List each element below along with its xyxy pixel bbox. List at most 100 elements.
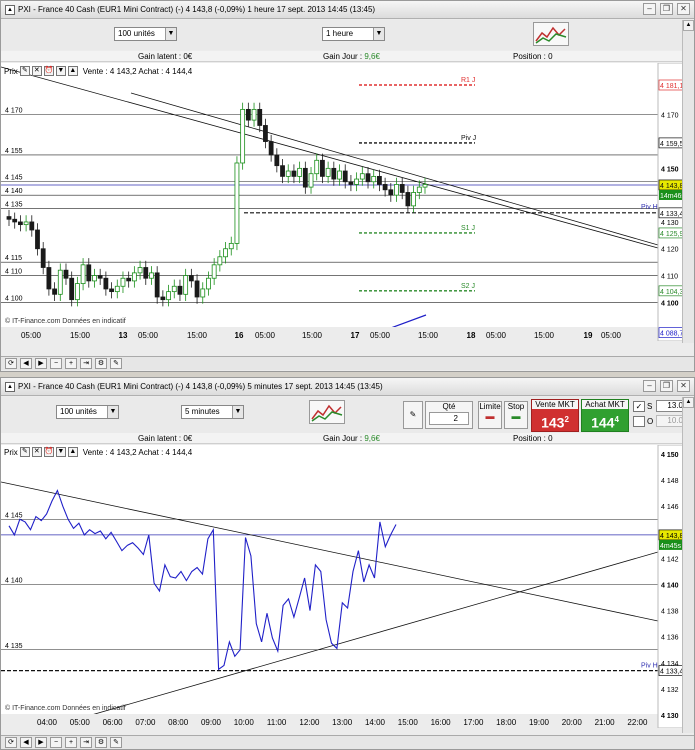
candle-body	[97, 275, 103, 279]
candle-body	[6, 216, 12, 220]
candle-body	[280, 165, 285, 177]
close-icon[interactable]: ✕	[31, 66, 42, 76]
wrench-icon: ✎	[409, 410, 417, 419]
close-icon[interactable]: ✕	[677, 380, 690, 392]
quantity-stepper[interactable]: Qté 2	[425, 401, 473, 429]
candle-body	[126, 277, 132, 282]
pivot-label: Piv J	[461, 135, 476, 142]
x-tick-label: 15:00	[534, 331, 555, 340]
down-arrow-icon[interactable]: ▼	[55, 66, 66, 76]
period-select[interactable]: 1 heure ▼	[322, 27, 385, 41]
candle-body	[40, 248, 46, 268]
candle-body	[365, 173, 371, 183]
x-tick-label: 21:00	[595, 718, 616, 727]
scroll-left-icon[interactable]: ◀	[20, 358, 32, 369]
chart-footer: © IT-Finance.com Données en indicatif	[5, 317, 126, 325]
candle-body	[354, 178, 360, 185]
x-tick-label: 07:00	[135, 718, 156, 727]
scroll-right-icon[interactable]: ▶	[35, 737, 47, 748]
candle-body	[52, 288, 57, 295]
up-arrow-icon[interactable]: ▲	[67, 66, 78, 76]
five-minute-line-chart[interactable]: 4 145 4 140 4 135 Piv H 04:00 05:00 06:00 07:00…	[0, 444, 684, 729]
x-tick-label: 11:00	[267, 718, 287, 727]
candle-body	[177, 285, 183, 295]
quantity-select[interactable]: 100 unités ▼	[114, 27, 177, 41]
close-icon[interactable]: ✕	[677, 3, 690, 15]
chart-type-button[interactable]	[533, 22, 569, 46]
window-controls: – ❐ ✕	[643, 3, 690, 15]
scroll-end-icon[interactable]: ⇥	[80, 358, 92, 369]
refresh-icon[interactable]: ⟳	[5, 358, 17, 369]
candle-body	[171, 285, 177, 293]
objective-toggle[interactable]	[633, 416, 645, 427]
gain-jour: Gain Jour : 9,6€	[323, 433, 380, 444]
scroll-end-icon[interactable]: ⇥	[80, 737, 92, 748]
chart-type-button[interactable]	[309, 400, 345, 424]
five-minute-chart-area[interactable]: 4 145 4 140 4 135 Piv H 04:00 05:00 06:00 07:00…	[0, 444, 684, 729]
alarm-icon[interactable]: ⏰	[43, 447, 54, 457]
scroll-up-icon[interactable]: ▲	[683, 20, 694, 31]
draw-tools-icon[interactable]: ✎	[110, 737, 122, 748]
qty-field[interactable]: 2	[429, 412, 469, 425]
candle-body	[245, 108, 251, 121]
y-tick-label: 4 110	[5, 269, 22, 276]
restore-icon[interactable]: ❐	[660, 380, 673, 392]
alarm-icon[interactable]: ⏰	[43, 66, 54, 76]
stop-order-icon: ▬	[511, 411, 521, 421]
five-minute-chart-window: ▲ PXI - France 40 Cash (EUR1 Mini Contra…	[0, 377, 695, 750]
sell-price: 1432	[532, 409, 578, 431]
hourly-chart-area[interactable]: 4 170 4 155 4 145 4 140 4 135 4 115 4 110 4 100…	[0, 62, 685, 342]
x-tick-label: 05:00	[601, 331, 622, 340]
candle-body	[183, 275, 189, 295]
gain-latent: Gain latent : 0€	[138, 434, 193, 443]
hourly-candlestick-chart[interactable]: 4 170 4 155 4 145 4 140 4 135 4 115 4 110 4 100…	[0, 62, 685, 342]
order-tool-button[interactable]: ✎	[403, 401, 423, 429]
trend-line	[80, 551, 659, 719]
five-minute-vertical-scrollbar[interactable]: ▲	[682, 397, 694, 733]
x-tick-label: 16	[235, 331, 244, 340]
sell-market-button[interactable]: Vente MKT 1432	[531, 399, 579, 432]
zoom-out-icon[interactable]: −	[50, 358, 62, 369]
candle-body	[137, 267, 143, 274]
chart-type-icon	[311, 404, 343, 422]
stop-loss-toggle[interactable]: ✓	[633, 401, 645, 412]
zoom-in-icon[interactable]: +	[65, 358, 77, 369]
zoom-in-icon[interactable]: +	[65, 737, 77, 748]
up-arrow-icon[interactable]: ▲	[67, 447, 78, 457]
chart-settings-icon[interactable]: ⚙	[95, 358, 107, 369]
scroll-up-icon[interactable]: ▲	[683, 397, 694, 408]
candle-body	[314, 159, 320, 175]
stop-button[interactable]: Stop ▬	[504, 401, 528, 429]
down-arrow-icon[interactable]: ▼	[55, 447, 66, 457]
wrench-icon[interactable]: ✎	[19, 447, 30, 457]
candle-body	[371, 175, 377, 183]
scroll-right-icon[interactable]: ▶	[35, 358, 47, 369]
candle-body	[206, 277, 211, 290]
x-tick-label: 15:00	[418, 331, 439, 340]
wrench-icon[interactable]: ✎	[19, 66, 30, 76]
x-tick-label: 16:00	[431, 718, 452, 727]
refresh-icon[interactable]: ⟳	[5, 737, 17, 748]
draw-tools-icon[interactable]: ✎	[110, 358, 122, 369]
period-select[interactable]: 5 minutes ▼	[181, 405, 244, 419]
buy-market-button[interactable]: Achat MKT 1444	[581, 399, 629, 432]
hourly-vertical-scrollbar[interactable]: ▲	[682, 20, 694, 343]
position: Position : 0	[513, 52, 553, 61]
restore-icon[interactable]: ❐	[660, 3, 673, 15]
close-icon[interactable]: ✕	[31, 447, 42, 457]
minimize-icon[interactable]: –	[643, 380, 656, 392]
candle-body	[23, 221, 29, 226]
hourly-window-titlebar[interactable]: ▲ PXI - France 40 Cash (EUR1 Mini Contra…	[1, 1, 694, 19]
minimize-icon[interactable]: –	[643, 3, 656, 15]
right-price-label: 4 181,1	[660, 83, 683, 90]
limite-button[interactable]: Limite ▬	[478, 401, 502, 429]
candle-body	[382, 184, 388, 191]
chart-settings-icon[interactable]: ⚙	[95, 737, 107, 748]
x-tick-label: 04:00	[37, 718, 58, 727]
y-tick-label: 4 140	[5, 578, 23, 585]
scroll-left-icon[interactable]: ◀	[20, 737, 32, 748]
quantity-select[interactable]: 100 unités ▼	[56, 405, 119, 419]
zoom-out-icon[interactable]: −	[50, 737, 62, 748]
five-minute-window-titlebar[interactable]: ▲ PXI - France 40 Cash (EUR1 Mini Contra…	[1, 378, 694, 396]
candle-body	[166, 291, 171, 301]
